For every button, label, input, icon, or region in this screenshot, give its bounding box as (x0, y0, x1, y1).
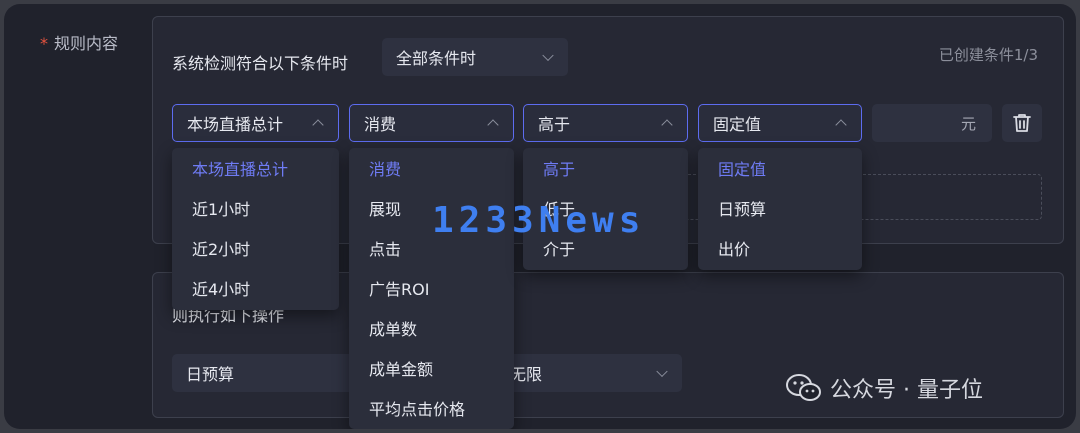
dropdown-option[interactable]: 高于 (523, 150, 688, 190)
scope-select[interactable]: 本场直播总计 (172, 104, 339, 142)
dropdown-option[interactable]: 广告ROI (349, 270, 514, 310)
action-second-value: 无限 (510, 365, 543, 384)
dropdown-option[interactable]: 消费 (349, 150, 514, 190)
dropdown-option[interactable]: 出价 (698, 230, 862, 270)
chevron-down-icon (656, 365, 668, 378)
dropdown-option[interactable]: 成单金额 (349, 350, 514, 390)
wechat-icon (786, 374, 821, 401)
metric-dropdown: 消费 展现 点击 广告ROI 成单数 成单金额 平均点击价格 (349, 148, 514, 429)
value-type-dropdown: 固定值 日预算 出价 (698, 148, 862, 270)
site-watermark: 1233News (432, 200, 646, 241)
rule-content-label: * 规则内容 (40, 34, 119, 53)
dropdown-option[interactable]: 平均点击价格 (349, 390, 514, 429)
dropdown-option[interactable]: 成单数 (349, 310, 514, 350)
value-input[interactable]: 元 (872, 104, 992, 142)
trigger-label: 系统检测符合以下条件时 (172, 54, 349, 73)
dropdown-option[interactable]: 日预算 (698, 190, 862, 230)
trash-icon (1013, 114, 1031, 132)
dropdown-option[interactable]: 近4小时 (172, 270, 339, 310)
scope-dropdown: 本场直播总计 近1小时 近2小时 近4小时 (172, 148, 339, 310)
chevron-up-icon (661, 119, 673, 131)
wechat-account-tag: 公众号 · 量子位 (786, 372, 983, 404)
dropdown-option[interactable]: 近2小时 (172, 230, 339, 270)
chevron-up-icon (312, 119, 324, 131)
value-type-select[interactable]: 固定值 (698, 104, 862, 142)
dropdown-option[interactable]: 近1小时 (172, 190, 339, 230)
dropdown-option[interactable]: 固定值 (698, 150, 862, 190)
wechat-account-label: 公众号 · 量子位 (830, 378, 983, 403)
chevron-down-icon (542, 49, 554, 62)
unit-label: 元 (960, 114, 976, 133)
operator-select[interactable]: 高于 (523, 104, 688, 142)
dropdown-option[interactable]: 本场直播总计 (172, 150, 339, 190)
metric-select[interactable]: 消费 (349, 104, 514, 142)
created-count: 已创建条件1/3 (938, 46, 1038, 64)
chevron-up-icon (835, 119, 847, 131)
required-mark: * (40, 34, 48, 53)
rule-editor-panel: * 规则内容 系统检测符合以下条件时 全部条件时 已创建条件1/3 本场直播总计 … (4, 4, 1076, 429)
chevron-up-icon (487, 119, 499, 131)
delete-condition-button[interactable] (1002, 104, 1042, 142)
trigger-select[interactable]: 全部条件时 (382, 38, 568, 76)
